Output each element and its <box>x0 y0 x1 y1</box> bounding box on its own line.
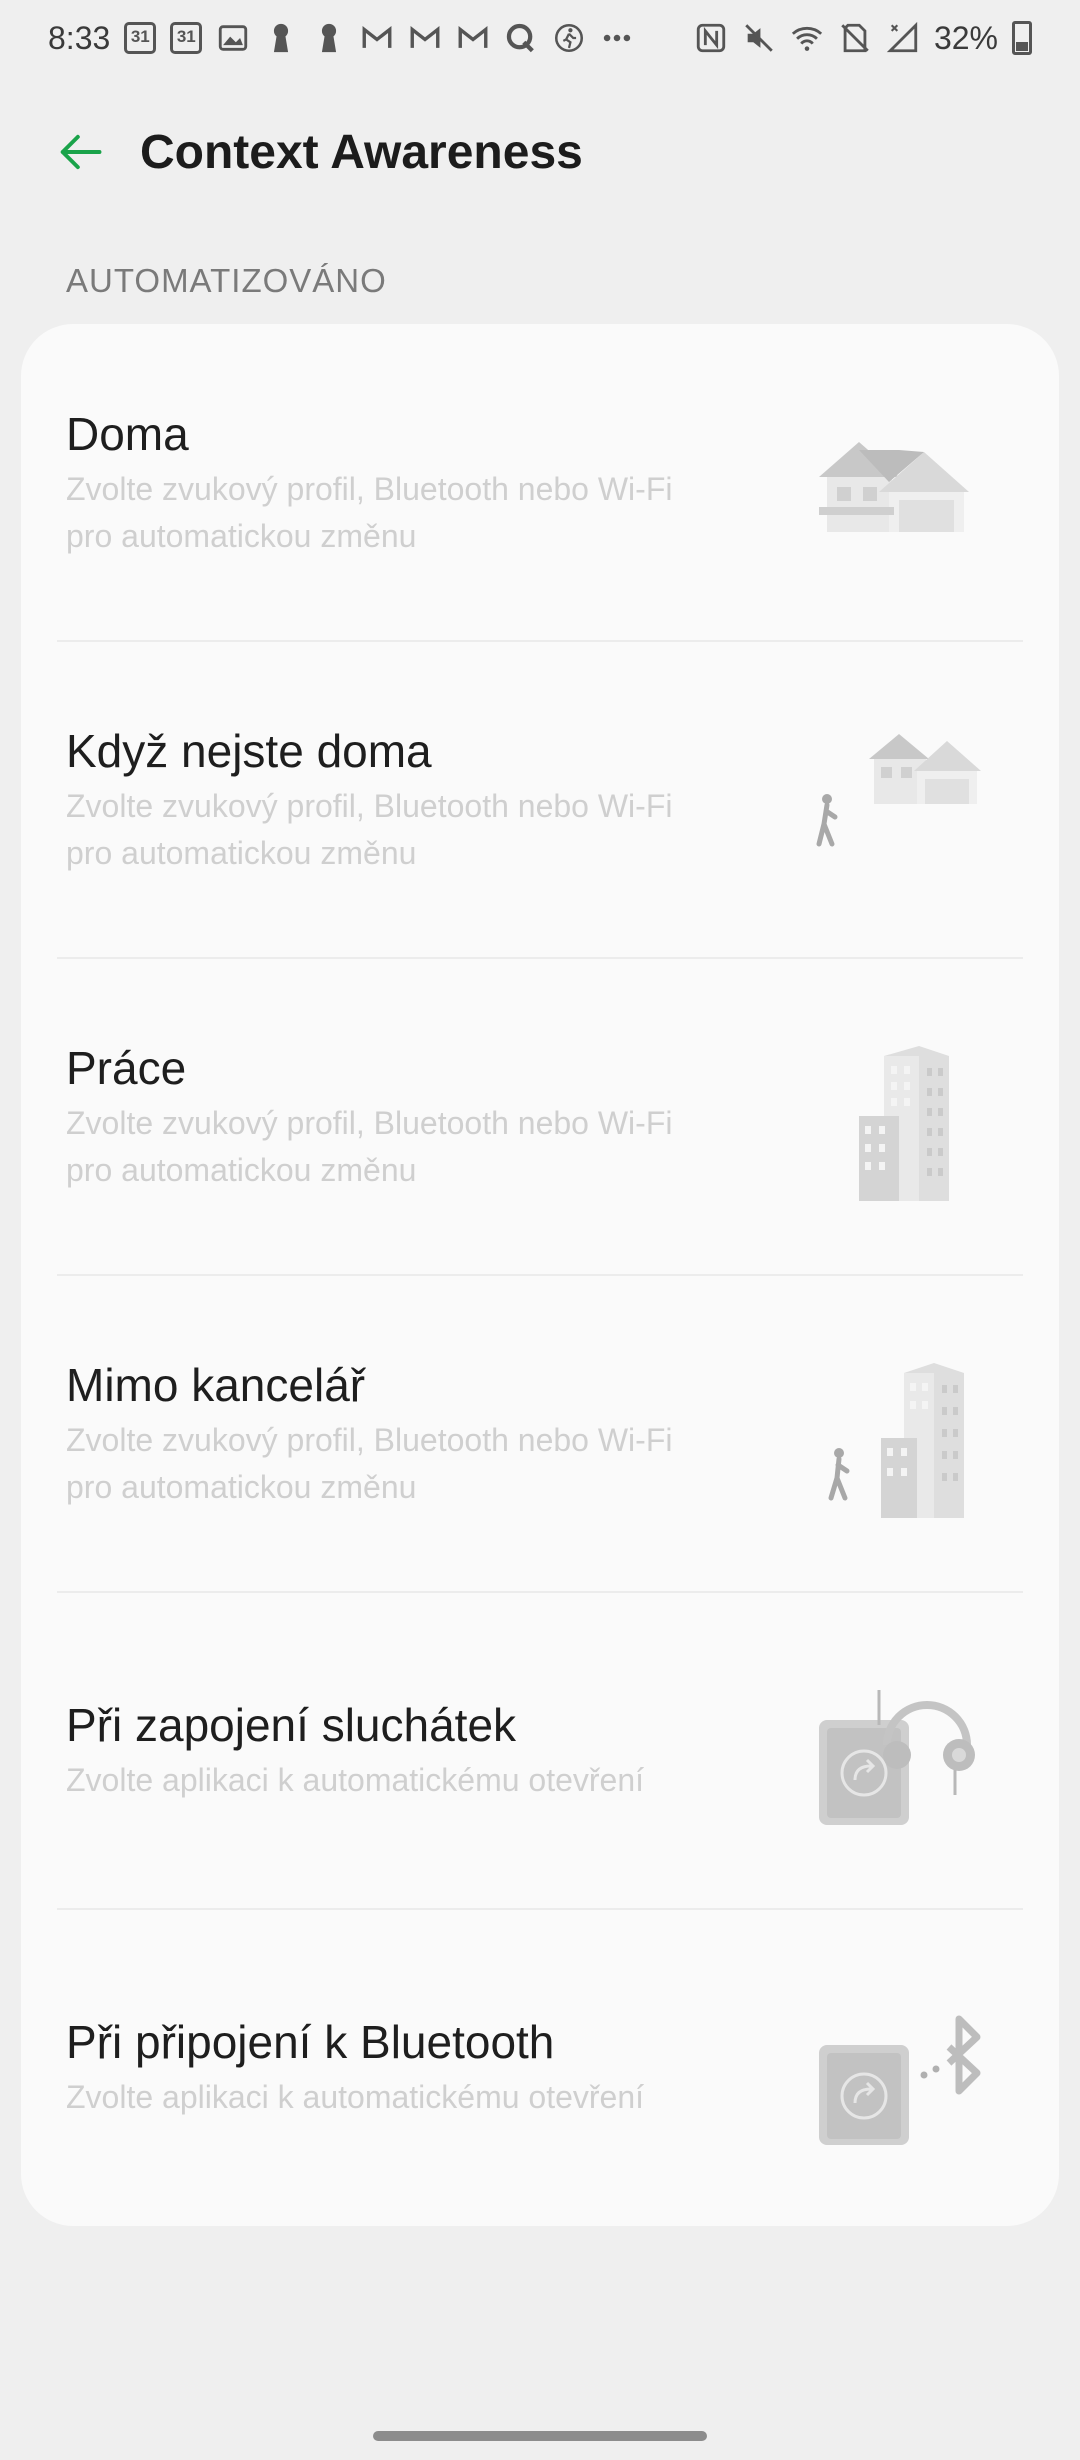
back-button[interactable] <box>24 100 136 204</box>
item-title: Práce <box>66 1041 187 1094</box>
item-desc-line: Zvolte zvukový profil, Bluetooth nebo Wi… <box>66 787 673 824</box>
status-left: 8:33 31 31 <box>48 20 634 57</box>
item-text: Doma Zvolte zvukový profil, Bluetooth ne… <box>66 406 766 560</box>
item-description: Zvolte zvukový profil, Bluetooth nebo Wi… <box>66 1100 766 1194</box>
item-desc-line: pro automatickou změnu <box>66 1468 417 1505</box>
list-item-prace[interactable]: Práce Zvolte zvukový profil, Bluetooth n… <box>21 958 1059 1275</box>
battery-percent: 32% <box>933 19 998 56</box>
item-title: Při zapojení sluchátek <box>66 1699 517 1751</box>
item-desc-line: pro automatickou změnu <box>66 834 417 871</box>
page-title: Context Awareness <box>140 125 583 179</box>
battery-icon <box>1012 21 1032 55</box>
item-desc-line: Zvolte aplikaci k automatickému otevření <box>66 1762 645 1798</box>
signal-icon <box>886 21 920 55</box>
battery-level <box>1016 42 1028 51</box>
calendar-icon: 31 <box>124 22 157 54</box>
status-bar: 8:33 31 31 32% <box>0 0 1080 76</box>
keyhole-icon <box>312 21 346 55</box>
status-time: 8:33 <box>48 19 111 56</box>
house-illustration <box>799 382 999 582</box>
item-desc-line: Zvolte zvukový profil, Bluetooth nebo Wi… <box>66 1421 673 1458</box>
app-bar: Context Awareness <box>0 100 1080 204</box>
gesture-nav-handle[interactable] <box>373 2431 707 2441</box>
item-desc-line: Zvolte zvukový profil, Bluetooth nebo Wi… <box>66 470 673 507</box>
item-description: Zvolte aplikaci k automatickému otevření <box>66 1757 766 1804</box>
image-icon <box>216 21 250 55</box>
list-item-out-of-office[interactable]: Mimo kancelář Zvolte zvukový profil, Blu… <box>21 1275 1059 1592</box>
list-item-away-from-home[interactable]: Když nejste doma Zvolte zvukový profil, … <box>21 641 1059 958</box>
list-item-doma[interactable]: Doma Zvolte zvukový profil, Bluetooth ne… <box>21 324 1059 641</box>
status-right: 32% <box>694 20 1032 57</box>
item-text: Při zapojení sluchátek Zvolte aplikaci k… <box>66 1697 766 1804</box>
item-text: Mimo kancelář Zvolte zvukový profil, Blu… <box>66 1357 766 1511</box>
more-dots-icon <box>600 21 634 55</box>
item-desc-line: pro automatickou změnu <box>66 1151 417 1188</box>
calendar-icon: 31 <box>170 22 203 54</box>
item-title: Při připojení k Bluetooth <box>66 2016 555 2068</box>
item-desc-line: Zvolte aplikaci k automatickému otevření <box>66 2079 645 2115</box>
item-title: Když nejste doma <box>66 724 432 777</box>
item-desc-line: Zvolte zvukový profil, Bluetooth nebo Wi… <box>66 1104 673 1141</box>
list-item-headphones[interactable]: Při zapojení sluchátek Zvolte aplikaci k… <box>21 1592 1059 1909</box>
keyhole-icon <box>264 21 298 55</box>
back-arrow-icon <box>60 134 102 170</box>
nfc-icon <box>694 21 728 55</box>
item-text: Při připojení k Bluetooth Zvolte aplikac… <box>66 2014 766 2121</box>
item-title: Doma <box>66 407 189 460</box>
leaving-home-illustration <box>799 699 999 899</box>
headphones-illustration <box>799 1650 999 1850</box>
item-text: Práce Zvolte zvukový profil, Bluetooth n… <box>66 1040 766 1194</box>
leaving-office-illustration <box>799 1333 999 1533</box>
gmail-icon <box>360 21 394 55</box>
item-description: Zvolte aplikaci k automatickému otevření <box>66 2074 766 2121</box>
item-text: Když nejste doma Zvolte zvukový profil, … <box>66 723 766 877</box>
gmail-icon <box>408 21 442 55</box>
item-title: Mimo kancelář <box>66 1358 366 1411</box>
item-description: Zvolte zvukový profil, Bluetooth nebo Wi… <box>66 1417 766 1511</box>
fitness-icon <box>552 21 586 55</box>
q-icon <box>504 21 538 55</box>
settings-card: Doma Zvolte zvukový profil, Bluetooth ne… <box>21 324 1059 2226</box>
bluetooth-illustration <box>799 1967 999 2167</box>
wifi-icon <box>790 21 824 55</box>
item-description: Zvolte zvukový profil, Bluetooth nebo Wi… <box>66 466 766 560</box>
item-desc-line: pro automatickou změnu <box>66 517 417 554</box>
no-sim-icon <box>838 21 872 55</box>
mute-icon <box>742 21 776 55</box>
list-item-bluetooth[interactable]: Při připojení k Bluetooth Zvolte aplikac… <box>21 1909 1059 2226</box>
section-header: AUTOMATIZOVÁNO <box>66 262 387 299</box>
item-description: Zvolte zvukový profil, Bluetooth nebo Wi… <box>66 783 766 877</box>
gmail-icon <box>456 21 490 55</box>
office-building-illustration <box>799 1016 999 1216</box>
